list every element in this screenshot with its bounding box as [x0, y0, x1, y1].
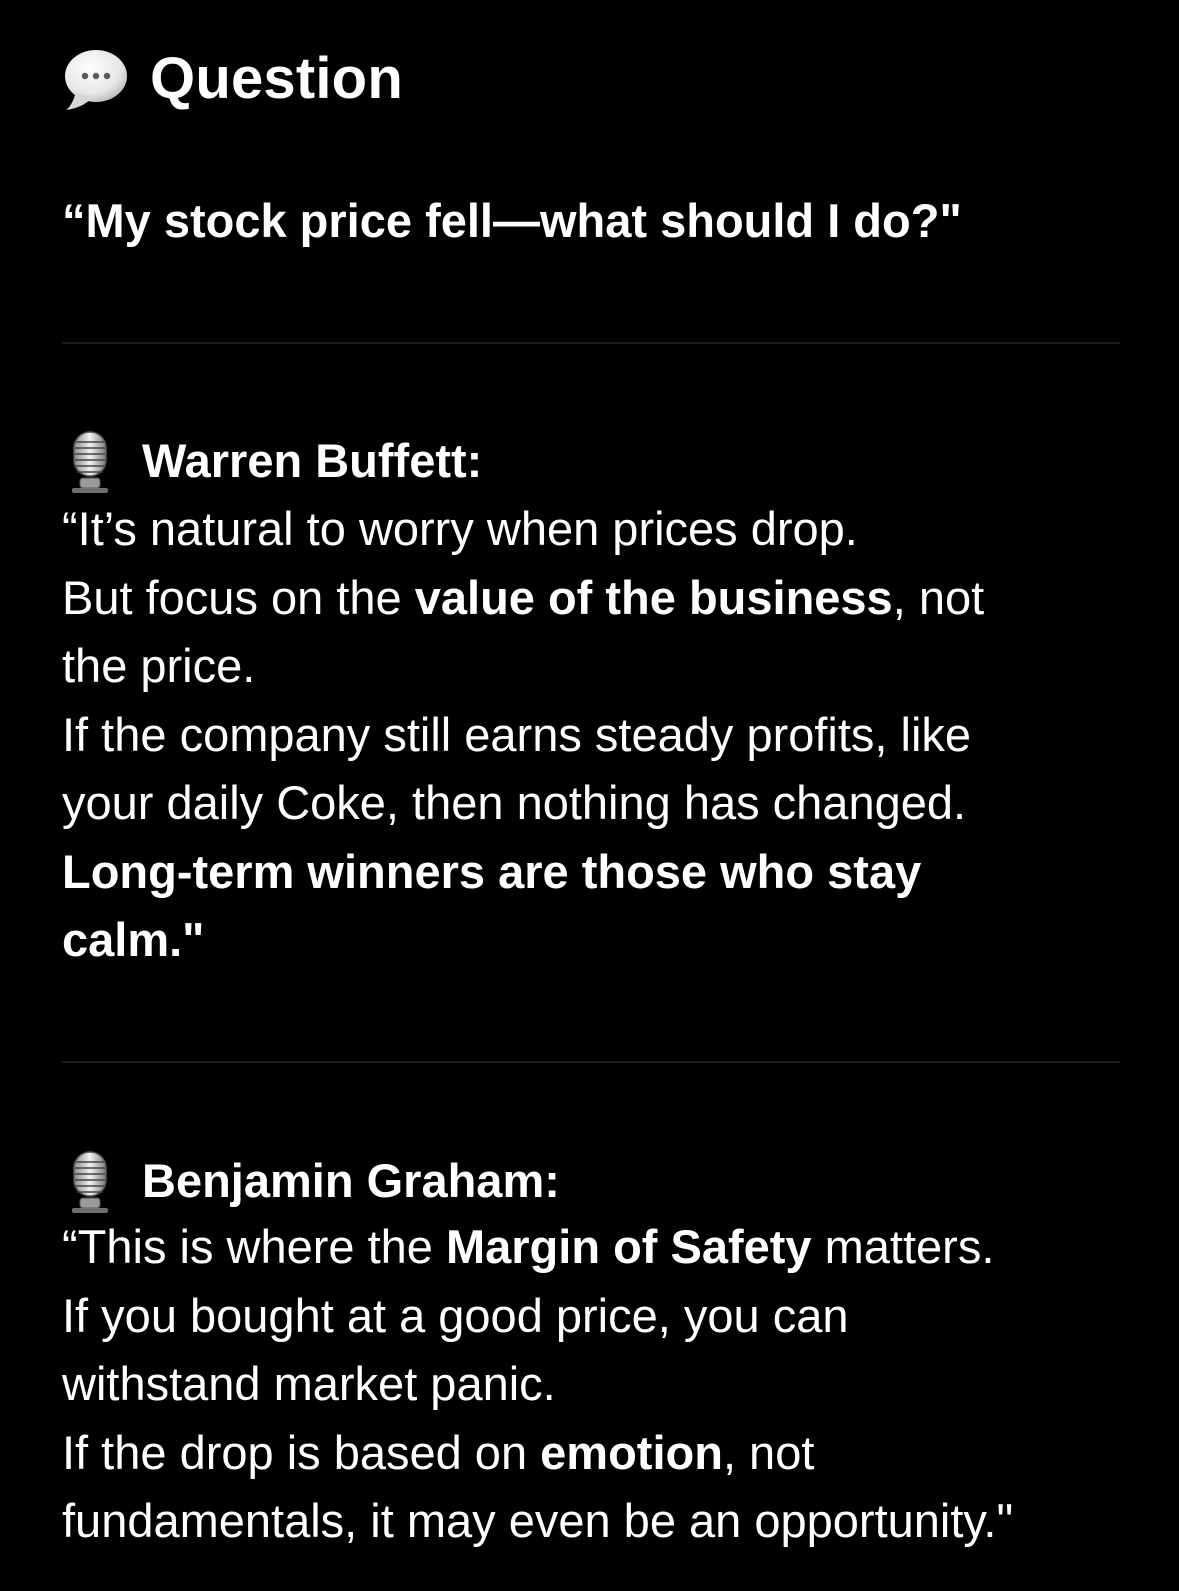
quote-line: Long-term winners are those who stay	[62, 844, 922, 898]
divider	[62, 1061, 1120, 1063]
quote-line: “This is where the Margin of Safety matt…	[62, 1220, 995, 1273]
quote-buffett: “It’s natural to worry when prices drop.…	[62, 495, 1142, 975]
page-title: Question	[150, 46, 403, 111]
speaker-header-graham: Benjamin Graham:	[62, 1148, 560, 1214]
quote-line: fundamentals, it may even be an opportun…	[62, 1494, 1014, 1547]
microphone-icon	[62, 428, 118, 494]
speech-bubble-icon	[62, 44, 130, 114]
microphone-icon	[62, 1148, 118, 1214]
question-text: “My stock price fell—what should I do?"	[62, 194, 962, 247]
quote-line: “It’s natural to worry when prices drop.	[62, 502, 858, 555]
quote-line: calm."	[62, 913, 205, 966]
quote-line: withstand market panic.	[62, 1357, 556, 1410]
speaker-header-buffett: Warren Buffett:	[62, 428, 482, 494]
quote-line: your daily Coke, then nothing has change…	[62, 776, 967, 829]
quote-line: If you bought at a good price, you can	[62, 1288, 849, 1342]
speaker-name: Warren Buffett:	[142, 434, 483, 487]
quote-line: If the company still earns steady profit…	[62, 707, 972, 761]
quote-line: the price.	[62, 639, 256, 692]
quote-line: If the drop is based on emotion, not	[62, 1425, 815, 1479]
chat-response: Question “My stock price fell—what shoul…	[0, 0, 1179, 1591]
quote-graham: “This is where the Margin of Safety matt…	[62, 1213, 1142, 1556]
question-heading: Question	[62, 44, 403, 114]
quote-line: But focus on the value of the business, …	[62, 570, 985, 624]
divider	[62, 342, 1120, 344]
speaker-name: Benjamin Graham:	[142, 1154, 560, 1207]
